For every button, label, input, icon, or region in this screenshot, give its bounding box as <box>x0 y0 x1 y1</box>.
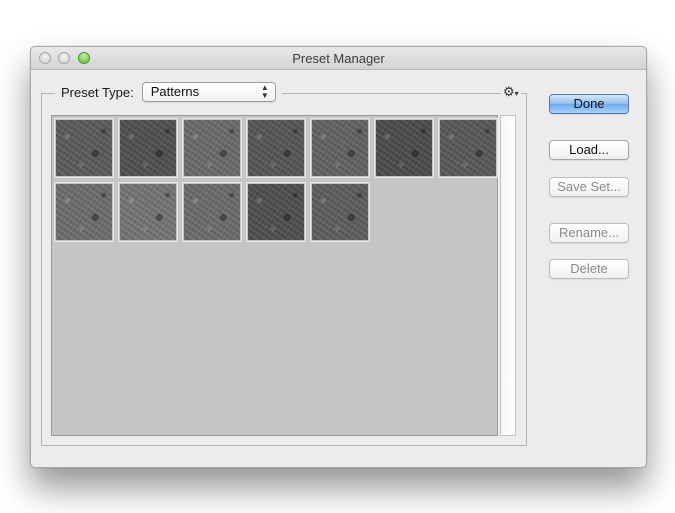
gear-icon[interactable]: ⚙▾ <box>501 85 521 101</box>
pattern-thumbnail[interactable] <box>246 182 306 242</box>
done-button[interactable]: Done <box>549 94 629 114</box>
preset-type-value: Patterns <box>150 84 200 99</box>
title-bar[interactable]: Preset Manager <box>31 47 646 70</box>
pattern-thumbnail[interactable] <box>54 118 114 178</box>
up-down-chevron-icon: ▲ ▼ <box>260 83 269 100</box>
pattern-thumbnail[interactable] <box>310 118 370 178</box>
preset-type-label: Preset Type: <box>61 84 134 100</box>
pattern-thumbnail[interactable] <box>118 182 178 242</box>
pattern-thumbnail[interactable] <box>310 182 370 242</box>
pattern-thumbnail[interactable] <box>118 118 178 178</box>
load-button[interactable]: Load... <box>549 140 629 160</box>
save-set-button: Save Set... <box>549 177 629 197</box>
delete-button: Delete <box>549 259 629 279</box>
pattern-thumbnail[interactable] <box>182 118 242 178</box>
window-title: Preset Manager <box>292 51 385 66</box>
pattern-thumbnail[interactable] <box>182 182 242 242</box>
preset-type-row: Preset Type: Patterns ▲ ▼ <box>55 81 282 103</box>
pattern-thumbnail[interactable] <box>438 118 498 178</box>
pattern-thumbnail[interactable] <box>246 118 306 178</box>
preset-type-select[interactable]: Patterns ▲ ▼ <box>141 82 276 102</box>
pattern-thumbnail[interactable] <box>54 182 114 242</box>
rename-button: Rename... <box>549 223 629 243</box>
pattern-grid[interactable] <box>51 115 498 436</box>
vertical-scrollbar[interactable] <box>500 115 516 436</box>
pattern-thumbnail[interactable] <box>374 118 434 178</box>
preset-manager-window: Preset Manager Preset Type: Patterns ▲ ▼ … <box>30 46 647 468</box>
